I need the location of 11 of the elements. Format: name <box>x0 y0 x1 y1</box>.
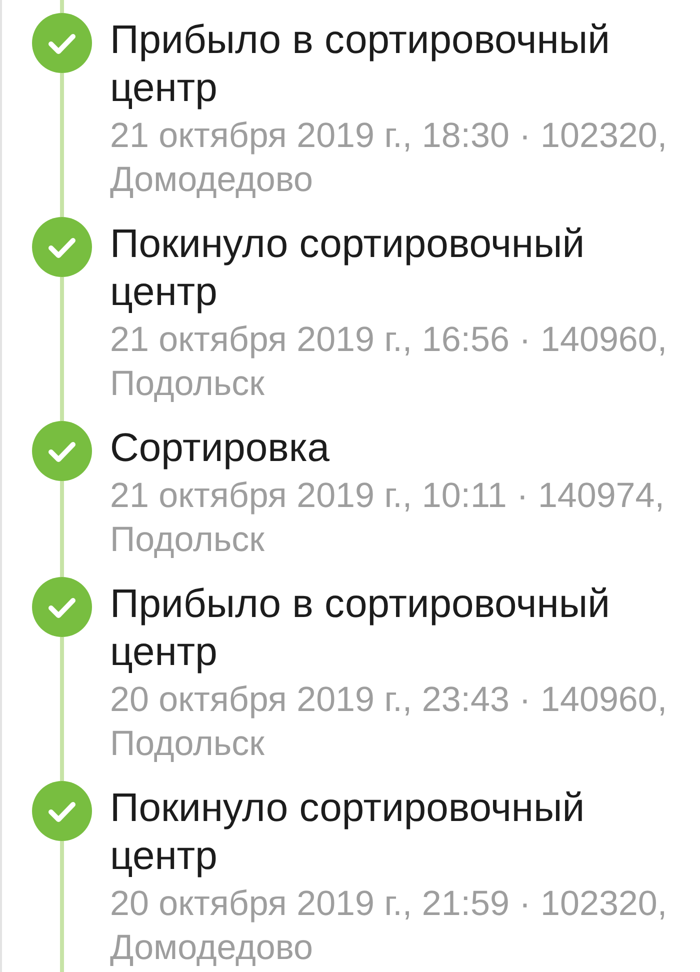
event-details: 21 октября 2019 г., 18:30 · 102320, Домодедово <box>110 115 668 201</box>
event-title: Прибыло в сортировочный центр <box>110 17 611 112</box>
event-title: Прибыло в сортировочный центр <box>110 581 611 676</box>
event-details: 21 октября 2019 г., 10:11 · 140974, Подольск <box>110 475 666 561</box>
event-details: 20 октября 2019 г., 23:43 · 140960, Подольск <box>110 679 668 765</box>
event-title: Покинуло сортировочный центр <box>110 221 586 316</box>
event-title: Сортировка <box>110 425 331 472</box>
event-details: 20 октября 2019 г., 21:59 · 102320, Домодедово <box>110 883 668 969</box>
event-title: Покинуло сортировочный центр <box>110 785 586 880</box>
timeline-connector <box>60 0 64 13</box>
event-details: 21 октября 2019 г., 16:56 · 140960, Подольск <box>110 319 668 405</box>
